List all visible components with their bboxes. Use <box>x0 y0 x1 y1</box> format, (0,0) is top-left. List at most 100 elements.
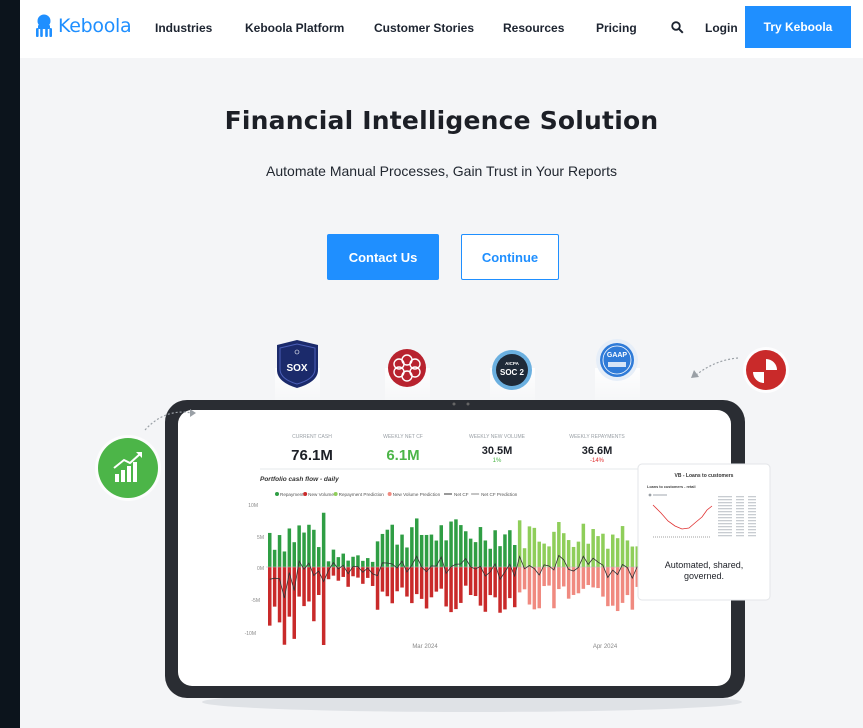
table-cell <box>718 496 732 498</box>
repayment-bar <box>419 534 424 567</box>
repayment-bar <box>459 525 463 567</box>
table-cell <box>718 517 732 519</box>
table-cell <box>736 517 744 519</box>
new-volume-bar <box>454 567 458 610</box>
table-cell <box>718 532 732 534</box>
y-tick-label: 0M <box>257 566 264 572</box>
dotted-arrow <box>695 357 739 376</box>
table-cell <box>748 517 756 519</box>
sox-badge-icon: SOX <box>277 340 318 388</box>
page-subtitle: Automate Manual Processes, Gain Trust in… <box>266 163 617 179</box>
repayment-bar <box>601 533 605 567</box>
search-icon[interactable] <box>671 21 684 39</box>
table-cell <box>736 514 744 516</box>
repayment-bar <box>566 540 571 567</box>
new-volume-bar <box>272 567 277 607</box>
gaap-label: GAAP <box>607 352 628 359</box>
repayment-bar <box>370 561 375 567</box>
soc2-badge-icon: AICPA SOC 2 <box>492 350 532 390</box>
new-volume-bar <box>375 567 380 610</box>
kpi-value: 36.6M <box>582 445 613 457</box>
repayment-bar <box>615 538 620 567</box>
new-volume-bar <box>581 567 586 589</box>
repayment-bar <box>537 541 541 567</box>
new-volume-bar <box>331 567 336 576</box>
new-volume-bar <box>562 567 566 587</box>
contact-us-button[interactable]: Contact Us <box>327 234 439 280</box>
y-tick-label: 10M <box>248 503 258 509</box>
repayment-bar <box>473 542 478 567</box>
table-cell <box>736 523 744 525</box>
repayment-bar <box>449 521 453 567</box>
table-cell <box>718 520 732 522</box>
repayment-bar <box>346 560 350 567</box>
table-cell <box>718 508 732 510</box>
new-volume-bar <box>385 567 390 597</box>
new-volume-bar <box>566 567 571 599</box>
table-cell <box>718 523 732 525</box>
kpi-delta: -14% <box>590 458 605 464</box>
table-cell <box>748 508 756 510</box>
repayment-bar <box>581 523 586 567</box>
repayment-bar <box>317 547 321 567</box>
repayment-bar <box>571 546 576 567</box>
nav-industries[interactable]: Industries <box>155 21 212 35</box>
chart-title: Portfolio cash flow - daily <box>260 476 339 483</box>
new-volume-bar <box>493 567 497 598</box>
legend-swatch <box>333 492 338 496</box>
new-volume-bar <box>468 567 473 596</box>
new-volume-bar <box>459 567 463 603</box>
repayment-bar <box>483 540 488 567</box>
repayment-bar <box>488 548 492 567</box>
legend-label: Repayment <box>280 492 304 497</box>
sox-label: SOX <box>286 363 307 374</box>
nav-keboola-platform[interactable]: Keboola Platform <box>245 21 344 35</box>
legend-label: New Volume Prediction <box>393 492 441 497</box>
kpi-label: WEEKLY NEW VOLUME <box>469 434 526 440</box>
repayment-bar <box>429 534 434 567</box>
soc2-label: SOC 2 <box>500 368 525 377</box>
repayment-bar <box>503 534 507 567</box>
repayment-bar <box>527 526 532 567</box>
new-volume-bar <box>395 567 399 592</box>
table-cell <box>736 532 744 534</box>
gaap-badge-icon: GAAP <box>596 339 638 381</box>
repayment-bar <box>606 548 610 567</box>
new-volume-bar <box>390 567 394 604</box>
repayment-bar <box>366 558 370 567</box>
repayment-bar <box>444 540 448 567</box>
dashboard-illustration: CURRENT CASH 76.1M WEEKLY NET CF 6.1M WE… <box>95 339 789 712</box>
table-cell <box>748 511 756 513</box>
nav-customer-stories[interactable]: Customer Stories <box>374 21 474 35</box>
table-cell <box>736 496 744 498</box>
new-volume-bar <box>542 567 546 587</box>
nav-resources[interactable]: Resources <box>503 21 564 35</box>
new-volume-bar <box>410 567 414 604</box>
loans-card: VB - Loans to customers Loans to custome… <box>637 463 771 601</box>
new-volume-bar <box>419 567 424 599</box>
new-volume-bar <box>517 567 522 593</box>
card-caption-line2: governed. <box>684 571 724 581</box>
repayment-bar <box>361 560 365 567</box>
table-cell <box>718 505 732 507</box>
table-cell <box>748 535 756 537</box>
login-link[interactable]: Login <box>705 21 738 35</box>
new-volume-bar <box>341 567 345 577</box>
repayment-bar <box>336 557 341 567</box>
octopus-icon <box>36 14 52 37</box>
new-volume-bar <box>527 567 532 605</box>
new-volume-bar <box>630 567 635 610</box>
new-volume-bar <box>606 567 610 607</box>
table-cell <box>736 499 744 501</box>
nav-pricing[interactable]: Pricing <box>596 21 637 35</box>
repayment-bar <box>410 527 414 567</box>
try-keboola-button[interactable]: Try Keboola <box>745 6 851 48</box>
repayment-bar <box>282 551 287 567</box>
new-volume-bar <box>434 567 439 592</box>
continue-button[interactable]: Continue <box>461 234 559 280</box>
table-cell <box>736 511 744 513</box>
kpi-delta: 1% <box>493 458 502 464</box>
brand-logo[interactable]: Keboola <box>35 14 132 38</box>
new-volume-bar <box>532 567 537 610</box>
repayment-bar <box>620 526 625 567</box>
